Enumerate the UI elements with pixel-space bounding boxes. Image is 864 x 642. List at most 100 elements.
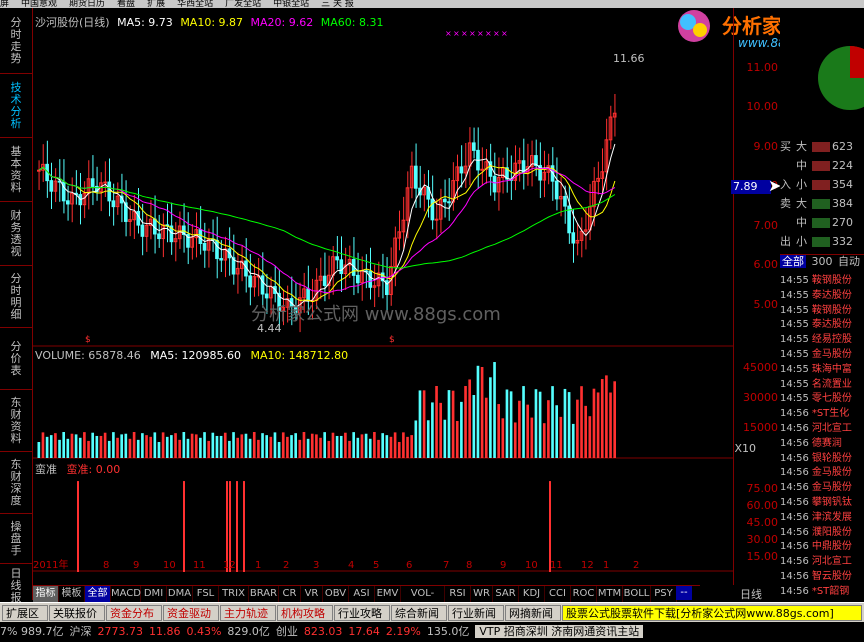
indicator-tab-asi[interactable]: ASI — [349, 586, 375, 602]
bottom-tab-bar[interactable]: 扩展区 关联报价 资金分布 资金驱动 主力轨迹 机构攻略 行业攻略 综合新闻 行业新闻 网摘新闻股… — [0, 602, 864, 622]
left-tab-8[interactable]: 操盘手 — [0, 514, 32, 564]
order-bar — [812, 218, 830, 228]
x-axis-label: 12 — [581, 560, 594, 571]
left-tab-6[interactable]: 东财资料 — [0, 390, 32, 452]
period-label[interactable]: 日线 — [740, 586, 762, 602]
ticker-row[interactable]: 14:56 银轮股份 — [780, 452, 864, 466]
indicator-tab-cr[interactable]: CR — [279, 586, 301, 602]
kline-chart-svg[interactable]: × × × × × × × ×$ $2011年 8 9 10 11 12 1 2 3 4 5 6 7 8 9 10 11 12 1 2 — [33, 8, 733, 572]
volume-bar — [203, 432, 206, 458]
ticker-row[interactable]: 14:55 鞍钢股份 — [780, 304, 864, 318]
indicator-tab-brar[interactable]: BRAR — [249, 586, 279, 602]
indicator-tab-模板[interactable]: 模板 — [59, 586, 85, 602]
ticker-row[interactable]: 14:56 金马股份 — [780, 466, 864, 480]
chart-area[interactable]: × × × × × × × × $ $2011年 8 9 10 11 12 1 2 3 4 5 6 7 8 9 10 11 12 1 2… — [33, 8, 733, 572]
ticker-row[interactable]: 14:56 智云股份 — [780, 570, 864, 584]
bottom-tab-5[interactable]: 机构攻略 — [277, 605, 333, 621]
filter-count[interactable]: 300 — [812, 255, 833, 268]
indicator-tab-fsl[interactable]: FSL — [193, 586, 219, 602]
indicator-tab-vol-tdx[interactable]: VOL-TDX — [401, 586, 445, 615]
top-menu-item[interactable]: 华西全站 — [177, 0, 213, 8]
indicator-tab-roc[interactable]: ROC — [571, 586, 597, 602]
volume-bar — [265, 435, 268, 458]
top-menu-item[interactable]: 看盘 — [117, 0, 135, 8]
top-menu-item[interactable]: 屏 — [0, 0, 9, 8]
indicator-tab-kdj[interactable]: KDJ — [519, 586, 545, 602]
volume-bar — [128, 438, 132, 458]
top-menu-item[interactable]: 广发全站 — [225, 0, 261, 8]
ticker-row[interactable]: 14:56 *ST韶钢 — [780, 585, 864, 599]
bottom-tab-3[interactable]: 资金驱动 — [163, 605, 219, 621]
ticker-row[interactable]: 14:56 攀钢钒钛 — [780, 496, 864, 510]
ticker-row[interactable]: 14:55 珠海中富 — [780, 363, 864, 377]
ticker-row[interactable]: 14:55 金马股份 — [780, 348, 864, 362]
volume-bar — [480, 367, 484, 458]
bottom-tab-6[interactable]: 行业攻略 — [334, 605, 390, 621]
ticker-row[interactable]: 14:55 经易控股 — [780, 333, 864, 347]
filter-all-button[interactable]: 全部 — [780, 255, 806, 268]
bottom-tab-9[interactable]: 网摘新闻 — [505, 605, 561, 621]
indicator-tab-全部[interactable]: 全部 — [85, 586, 111, 602]
ticker-row[interactable]: 14:56 中鼎股份 — [780, 540, 864, 554]
ad-banner-link[interactable]: 股票公式股票软件下载[分析家公式网www.88gs.com] — [562, 605, 862, 621]
indicator-tab-wr[interactable]: WR — [471, 586, 493, 602]
ticker-row[interactable]: 14:56 *ST生化 — [780, 407, 864, 421]
ticker-row[interactable]: 14:56 河北宣工 — [780, 422, 864, 436]
top-menu-item[interactable]: 中国意观 — [21, 0, 57, 8]
indicator-tab-mtm[interactable]: MTM — [597, 586, 623, 602]
indicator-tab-emv[interactable]: EMV — [375, 586, 401, 602]
ticker-row[interactable]: 14:55 泰达股份 — [780, 318, 864, 332]
ticker-row[interactable]: 14:55 零七股份 — [780, 392, 864, 406]
candle-body — [414, 165, 418, 189]
ticker-row[interactable]: 14:55 名流置业 — [780, 378, 864, 392]
indicator-tab-trix[interactable]: TRIX — [219, 586, 249, 602]
indicator-tab-cci[interactable]: CCI — [545, 586, 571, 602]
bottom-tab-8[interactable]: 行业新闻 — [448, 605, 504, 621]
ticker-row[interactable]: 14:56 河北宣工 — [780, 555, 864, 569]
indicator-tab-指标[interactable]: 指标 — [33, 586, 59, 602]
indicator-tab-sar[interactable]: SAR — [493, 586, 519, 602]
indicator-tab-boll[interactable]: BOLL — [623, 586, 651, 602]
indicator-tab-obv[interactable]: OBV — [323, 586, 349, 602]
top-menu-item[interactable]: 中银全站 — [273, 0, 309, 8]
volume-bar — [323, 432, 326, 458]
signal-marker: × — [469, 29, 476, 38]
ticker-filter[interactable]: 全部 300 自动 — [780, 254, 864, 268]
left-tab-0[interactable]: 分时走势 — [0, 8, 32, 74]
ticker-row[interactable]: 14:56 德赛润 — [780, 437, 864, 451]
indicator-tabs[interactable]: 指标 模板 全部 MACD DMI DMA FSL TRIX BRAR CR VR OBV ASI EMV… — [33, 585, 700, 615]
left-tab-7[interactable]: 东财深度 — [0, 452, 32, 514]
top-menu-item[interactable]: 扩展 — [147, 0, 165, 8]
filter-auto[interactable]: 自动 — [838, 255, 860, 268]
left-tab-3[interactable]: 财务透视 — [0, 202, 32, 266]
bottom-tab-2[interactable]: 资金分布 — [106, 605, 162, 621]
indicator-tab-psy[interactable]: PSY — [651, 586, 677, 602]
scroll-button[interactable]: -- — [676, 586, 692, 600]
left-tab-5[interactable]: 分价表 — [0, 328, 32, 390]
ticker-row[interactable]: 14:56 濮阳股份 — [780, 526, 864, 540]
indicator-tab-dma[interactable]: DMA — [167, 586, 193, 602]
left-tab-2[interactable]: 基本资料 — [0, 138, 32, 202]
indicator-tab-dmi[interactable]: DMI — [141, 586, 167, 602]
left-tab-4[interactable]: 分时明细 — [0, 266, 32, 328]
order-value: 623 — [832, 140, 853, 153]
candle-body — [306, 288, 310, 301]
ticker-row[interactable]: 14:56 金马股份 — [780, 481, 864, 495]
trade-ticker-list[interactable]: 14:55 鞍钢股份 14:55 泰达股份 14:55 鞍钢股份 14:55 泰达股份 14:5… — [780, 274, 864, 600]
top-menu-item[interactable]: 三 关 报 — [321, 0, 354, 8]
ticker-row[interactable]: 14:56 津滨发展 — [780, 511, 864, 525]
bottom-tab-0[interactable]: 扩展区 — [2, 605, 48, 621]
indicator-tab-macd[interactable]: MACD — [111, 586, 141, 602]
left-tab-1[interactable]: 技术分析 — [0, 74, 32, 138]
indicator-tab-vr[interactable]: VR — [301, 586, 323, 602]
bottom-tab-4[interactable]: 主力轨迹 — [220, 605, 276, 621]
candle-body — [443, 198, 447, 203]
ticker-row[interactable]: 14:55 鞍钢股份 — [780, 274, 864, 288]
left-tab-char: 析 — [10, 116, 22, 130]
bottom-tab-7[interactable]: 综合新闻 — [391, 605, 447, 621]
bottom-tab-1[interactable]: 关联报价 — [49, 605, 105, 621]
ticker-row[interactable]: 14:55 泰达股份 — [780, 289, 864, 303]
top-menu-item[interactable]: 期货日历 — [69, 0, 105, 8]
x-axis-label: 10 — [525, 560, 538, 571]
indicator-tab-rsi[interactable]: RSI — [445, 586, 471, 602]
